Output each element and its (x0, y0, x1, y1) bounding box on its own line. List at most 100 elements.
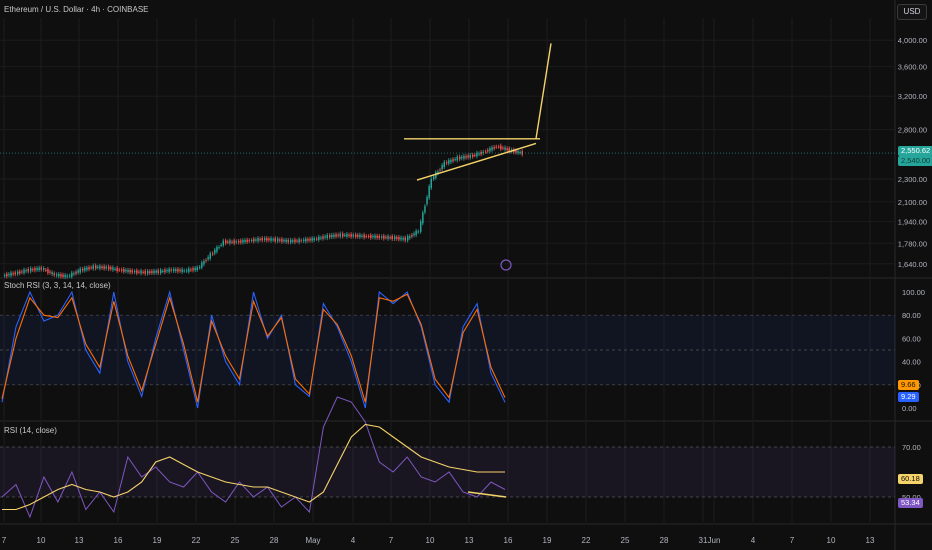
time-tick-label: 25 (231, 536, 240, 545)
stoch-tick-label: 100.00 (902, 288, 925, 297)
candle-body (287, 239, 289, 243)
candle-body (45, 269, 47, 271)
candle-body (266, 237, 268, 241)
candle-body (515, 150, 517, 153)
candle-body (64, 274, 66, 278)
candle-body (517, 150, 519, 154)
candle-body (166, 270, 168, 272)
time-tick-label: Jun (708, 536, 721, 545)
candle-body (136, 270, 138, 274)
candle-body (175, 269, 177, 272)
candle-body (10, 272, 12, 276)
candle-body (448, 160, 450, 164)
stoch-tick-label: 0.00 (902, 404, 917, 413)
candle-body (417, 231, 419, 233)
candle-body (251, 240, 253, 242)
time-tick-label: 16 (504, 536, 513, 545)
candle-body (361, 235, 363, 237)
candle-body (86, 267, 88, 270)
candle-body (138, 271, 140, 273)
candle-body (372, 236, 374, 238)
candle-body (404, 237, 406, 241)
candle-body (355, 234, 357, 237)
candle-body (420, 221, 422, 232)
candle-body (389, 237, 391, 239)
candle-body (493, 147, 495, 149)
candle-body (190, 269, 192, 271)
candle-body (240, 240, 242, 243)
candle-body (203, 261, 205, 265)
candle-body (461, 156, 463, 159)
candle-body (181, 269, 183, 272)
candle-body (500, 145, 502, 150)
candle-body (498, 146, 500, 148)
candle-body (246, 239, 248, 243)
candle-body (114, 268, 116, 270)
candle-body (238, 241, 240, 243)
candle-body (491, 147, 493, 151)
candle-body (472, 154, 474, 157)
event-icon (500, 259, 512, 271)
candle-body (8, 274, 10, 276)
candle-body (88, 267, 90, 270)
candle-body (374, 235, 376, 238)
current-price-sub-badge: 2,540.00 (898, 156, 932, 166)
candle-body (17, 271, 19, 275)
candle-body (60, 274, 62, 277)
candle-body (66, 275, 68, 277)
candle-body (411, 234, 413, 237)
candle-body (101, 266, 103, 269)
price-tick-label: 4,000.00 (898, 36, 927, 45)
candle-body (32, 269, 34, 271)
candle-body (370, 235, 372, 238)
time-tick-label: 4 (751, 536, 756, 545)
chart-title: Ethereum / U.S. Dollar · 4h · COINBASE (4, 5, 149, 14)
candle-body (255, 239, 257, 241)
candle-body (218, 247, 220, 249)
candle-body (478, 153, 480, 155)
candle-body (214, 249, 216, 254)
candle-body (157, 270, 159, 273)
time-tick-label: 28 (270, 536, 279, 545)
candle-body (40, 267, 42, 270)
candle-body (270, 238, 272, 241)
candle-body (147, 270, 149, 274)
candle-body (227, 241, 229, 243)
candle-body (19, 271, 21, 274)
currency-button[interactable]: USD (897, 4, 927, 20)
time-tick-label: 28 (660, 536, 669, 545)
candle-body (376, 235, 378, 238)
candle-body (368, 236, 370, 238)
candle-body (225, 240, 227, 244)
candle-body (402, 237, 404, 240)
stoch-d-badge: 9.29 (898, 392, 919, 402)
candle-body (272, 239, 274, 241)
candle-body (426, 197, 428, 205)
chart-canvas[interactable]: 7 10 13 16 19 22 25 28 May 4 7 10 13 16 19 22 25 28 31 Jun 4… (0, 0, 932, 550)
candle-body (348, 234, 350, 236)
stoch-rsi-label: Stoch RSI (3, 3, 14, 14, close) (4, 281, 111, 290)
stoch-tick-label: 60.00 (902, 334, 921, 343)
time-tick-label: 22 (582, 536, 591, 545)
candle-body (21, 271, 23, 273)
candle-body (383, 235, 385, 239)
candle-body (378, 235, 380, 239)
candle-body (229, 240, 231, 244)
candle-body (27, 269, 29, 272)
candle-body (259, 238, 261, 240)
time-tick-label: 13 (75, 536, 84, 545)
candle-body (4, 275, 6, 277)
candle-body (391, 236, 393, 240)
candle-body (192, 268, 194, 271)
candle-body (413, 233, 415, 236)
candle-body (127, 269, 129, 272)
projection-line (535, 43, 552, 139)
candle-body (155, 270, 157, 273)
rsi-ma-badge: 60.18 (898, 474, 923, 484)
candle-body (261, 238, 263, 241)
candle-body (6, 273, 8, 277)
candle-body (233, 240, 235, 244)
candle-body (199, 266, 201, 268)
candle-body (359, 234, 361, 238)
candle-body (352, 234, 354, 237)
